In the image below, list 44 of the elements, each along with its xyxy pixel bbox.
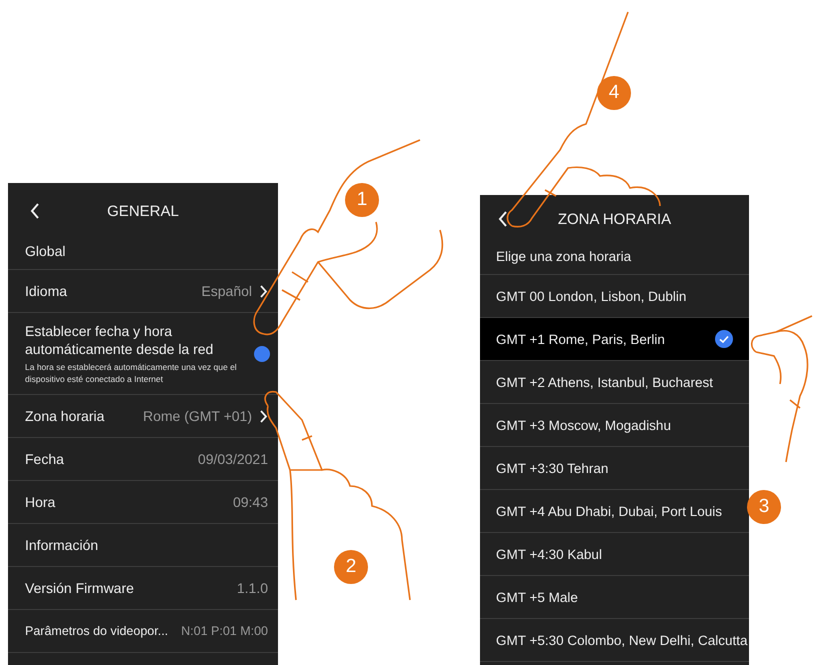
settings-row[interactable]: Establecer fecha y hora automáticamente desde la red La hora se establecerá automáticamente una vez que el dispositivo esté conectado a Internet — [8, 313, 278, 395]
chevron-icon — [260, 284, 268, 298]
time-zone-item[interactable]: GMT +5 Male — [480, 576, 749, 619]
step-number-badge: 3 — [747, 490, 781, 524]
back-icon[interactable] — [30, 203, 40, 219]
setting-label: Idioma — [25, 283, 68, 299]
setting-value: Español — [201, 283, 252, 299]
time-zone-item[interactable]: GMT +3:30 Tehran — [480, 447, 749, 490]
setting-label: Zona horaria — [25, 408, 106, 424]
settings-row[interactable]: Idioma Español — [8, 270, 278, 313]
step-number-badge: 2 — [334, 550, 368, 584]
time-zone-item[interactable]: GMT +4:30 Kabul — [480, 533, 749, 576]
chevron-icon — [260, 410, 268, 422]
step-number-badge: 4 — [597, 76, 631, 110]
settings-row[interactable]: Versión Firmware 1.1.0 — [8, 567, 278, 610]
setting-label: Hora — [25, 494, 56, 510]
setting-label: Versión Firmware — [25, 580, 135, 596]
settings-row[interactable]: Fecha 09/03/2021 — [8, 438, 278, 481]
settings-row[interactable]: Parâmetros do videopor... N:01 P:01 M:00 — [8, 610, 278, 653]
time-zone-item[interactable]: GMT +5:30 Colombo, New Delhi, Calcutta — [480, 619, 749, 662]
setting-value: 09/03/2021 — [198, 451, 268, 467]
setting-value: Rome (GMT +01) — [142, 408, 252, 424]
check-icon — [715, 330, 733, 348]
setting-value: 1.1.0 — [236, 580, 268, 596]
toggle-switch[interactable] — [254, 348, 268, 360]
time-zone-item[interactable]: GMT +2 Athens, Istanbul, Bucharest — [480, 361, 749, 404]
section-label: Global — [8, 239, 278, 270]
settings-row[interactable]: Zona horaria Rome (GMT +01) — [8, 395, 278, 438]
screen-title: ZONA HORARIA — [558, 210, 672, 228]
prompt-label: Elige una zona horaria — [480, 243, 749, 275]
setting-label: Fecha — [25, 451, 65, 467]
back-icon[interactable] — [498, 211, 508, 227]
setting-label: Información — [25, 537, 100, 553]
time-zone-item[interactable]: GMT +1 Rome, Paris, Berlin — [480, 318, 749, 361]
settings-row[interactable]: Información — [8, 524, 278, 567]
settings-row[interactable]: Hora 09:43 — [8, 481, 278, 524]
setting-value: N:01 P:01 M:00 — [181, 624, 268, 638]
step-number-badge: 1 — [345, 183, 379, 217]
setting-description: La hora se establecerá automáticamente una vez que el dispositivo esté conectado a Internet — [25, 361, 238, 385]
setting-value: 09:43 — [232, 494, 268, 510]
setting-label: Establecer fecha y hora automáticamente desde la red — [25, 322, 214, 358]
screen-title: GENERAL — [107, 202, 179, 220]
setting-label: Parâmetros do videopor... — [25, 624, 170, 638]
time-zone-item[interactable]: GMT +3 Moscow, Mogadishu — [480, 404, 749, 447]
